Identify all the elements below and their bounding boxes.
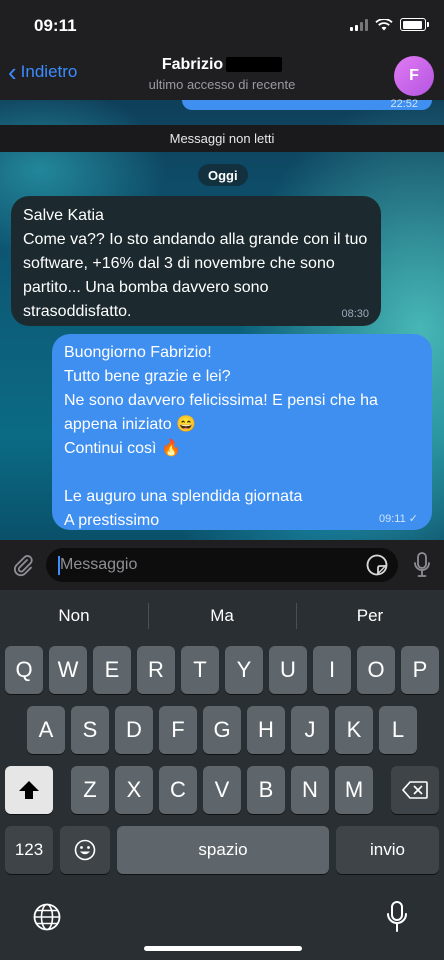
key-o[interactable]: O	[357, 646, 395, 694]
outgoing-message-text: Buongiorno Fabrizio! Tutto bene grazie e…	[64, 344, 378, 529]
message-placeholder: Messaggio	[60, 556, 138, 573]
globe-icon[interactable]	[32, 902, 62, 932]
key-m[interactable]: M	[335, 766, 373, 814]
incoming-message-text: Salve Katia Come va?? Io sto andando all…	[23, 207, 368, 320]
key-r[interactable]: R	[137, 646, 175, 694]
key-p[interactable]: P	[401, 646, 439, 694]
avatar[interactable]: F	[394, 56, 434, 96]
battery-icon	[400, 18, 429, 31]
signal-icon	[350, 19, 368, 31]
header-bar: 09:11 ‹ Indietro Fabrizio ultimo accesso…	[0, 0, 444, 100]
message-input[interactable]: Messaggio	[46, 548, 398, 582]
last-seen-status: ultimo accesso di recente	[148, 77, 296, 92]
key-l[interactable]: L	[379, 706, 417, 754]
space-key[interactable]: spazio	[117, 826, 329, 874]
key-f[interactable]: F	[159, 706, 197, 754]
numbers-key[interactable]: 123	[5, 826, 53, 874]
suggestion-item[interactable]: Per	[296, 590, 444, 642]
home-indicator	[144, 946, 302, 951]
suggestion-item[interactable]: Non	[0, 590, 148, 642]
suggestion-item[interactable]: Ma	[148, 590, 296, 642]
key-b[interactable]: B	[247, 766, 285, 814]
key-k[interactable]: K	[335, 706, 373, 754]
key-c[interactable]: C	[159, 766, 197, 814]
date-chip: Oggi	[198, 164, 248, 186]
incoming-message-time: 08:30	[341, 308, 369, 320]
wifi-icon	[375, 19, 393, 31]
redaction-mark	[226, 57, 283, 73]
chat-title-area[interactable]: Fabrizio ultimo accesso di recente	[0, 56, 444, 92]
shift-key[interactable]	[5, 766, 53, 814]
key-i[interactable]: I	[313, 646, 351, 694]
shift-icon	[19, 781, 39, 799]
key-j[interactable]: J	[291, 706, 329, 754]
status-icons	[350, 18, 429, 31]
microphone-icon[interactable]	[412, 551, 432, 579]
chat-title: Fabrizio	[0, 56, 444, 74]
outgoing-message-time: 09:11 ✓	[379, 513, 418, 525]
key-q[interactable]: Q	[5, 646, 43, 694]
key-e[interactable]: E	[93, 646, 131, 694]
keyboard: Non Ma Per Q W E R T Y U I O P A S D F G…	[0, 590, 444, 960]
key-t[interactable]: T	[181, 646, 219, 694]
previous-message-time: 22:52	[390, 98, 418, 110]
incoming-message[interactable]: Salve Katia Come va?? Io sto andando all…	[11, 196, 381, 326]
return-key[interactable]: invio	[336, 826, 439, 874]
key-s[interactable]: S	[71, 706, 109, 754]
key-y[interactable]: Y	[225, 646, 263, 694]
backspace-key[interactable]	[391, 766, 439, 814]
suggestion-bar: Non Ma Per	[0, 590, 444, 642]
sticker-icon[interactable]	[366, 554, 388, 576]
emoji-key[interactable]	[60, 826, 110, 874]
paperclip-icon[interactable]	[10, 552, 36, 578]
key-g[interactable]: G	[203, 706, 241, 754]
unread-messages-divider: Messaggi non letti	[0, 125, 444, 152]
key-u[interactable]: U	[269, 646, 307, 694]
emoji-icon	[74, 839, 96, 861]
dictation-microphone-icon[interactable]	[386, 900, 408, 934]
key-d[interactable]: D	[115, 706, 153, 754]
key-w[interactable]: W	[49, 646, 87, 694]
telegram-chat-screen: 09:11 ‹ Indietro Fabrizio ultimo accesso…	[0, 0, 444, 960]
status-time: 09:11	[34, 16, 77, 35]
key-z[interactable]: Z	[71, 766, 109, 814]
key-x[interactable]: X	[115, 766, 153, 814]
key-n[interactable]: N	[291, 766, 329, 814]
key-h[interactable]: H	[247, 706, 285, 754]
message-input-bar: Messaggio	[0, 540, 444, 590]
key-a[interactable]: A	[27, 706, 65, 754]
backspace-icon	[402, 781, 428, 799]
key-v[interactable]: V	[203, 766, 241, 814]
outgoing-message[interactable]: Buongiorno Fabrizio! Tutto bene grazie e…	[52, 334, 432, 530]
